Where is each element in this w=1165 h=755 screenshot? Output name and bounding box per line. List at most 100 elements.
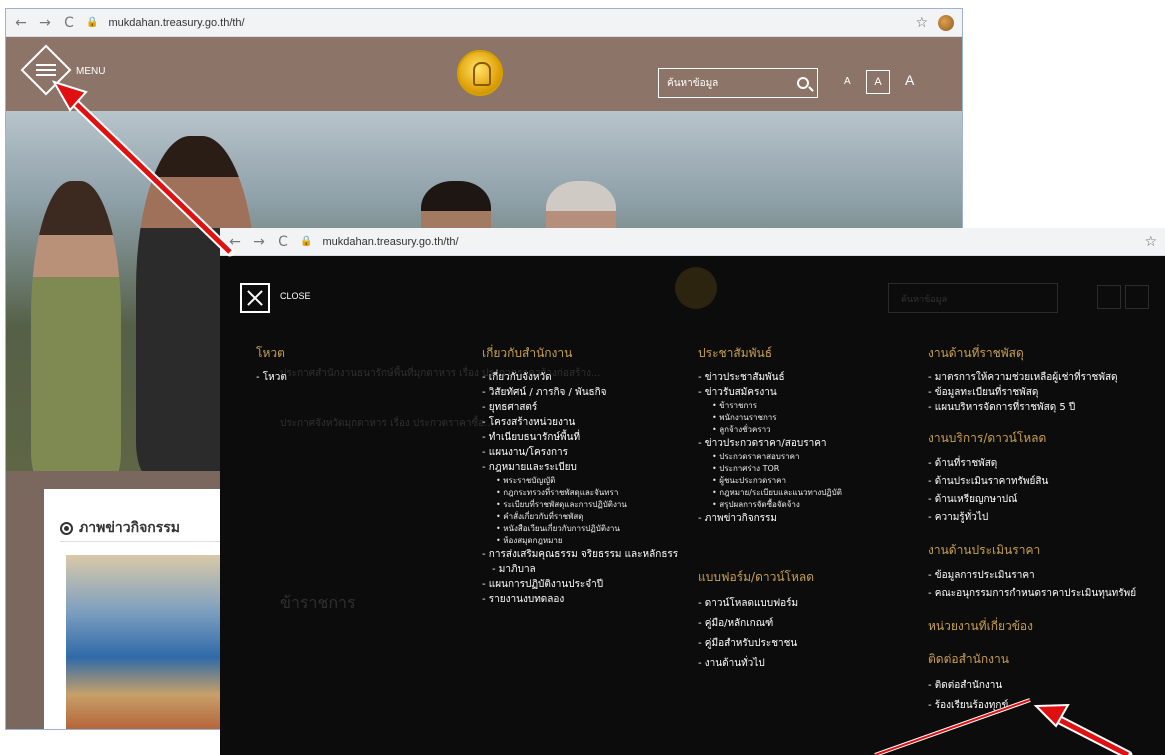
menu-heading-appraisal[interactable]: งานด้านประเมินราคา xyxy=(928,541,1136,560)
menu-subitem[interactable]: ประกาศร่าง TOR xyxy=(698,463,842,475)
bookmark-star-icon[interactable]: ☆ xyxy=(915,15,928,31)
menu-item[interactable]: แผนบริหารจัดการที่ราชพัสดุ 5 ปี xyxy=(928,400,1136,415)
search-input: ค้นหาข้อมูล xyxy=(888,283,1058,313)
menu-heading-contact[interactable]: ติดต่อสำนักงาน xyxy=(928,650,1136,669)
menu-heading-service[interactable]: งานบริการ/ดาวน์โหลด xyxy=(928,429,1136,448)
menu-heading-pr[interactable]: ประชาสัมพันธ์ xyxy=(698,344,842,363)
browser-toolbar: ← → C 🔒 mukdahan.treasury.go.th/th/ ☆ xyxy=(6,9,962,37)
font-size-medium-button[interactable]: A xyxy=(866,70,890,94)
menu-subitem[interactable]: ข้าราชการ xyxy=(698,400,842,412)
menu-heading-land[interactable]: งานด้านที่ราชพัสดุ xyxy=(928,344,1136,363)
search-placeholder: ค้นหาข้อมูล xyxy=(667,77,719,89)
menu-subitem[interactable]: พนักงานราชการ xyxy=(698,412,842,424)
target-icon xyxy=(60,521,73,535)
back-arrow-icon[interactable]: ← xyxy=(14,15,28,31)
menu-item[interactable]: งานด้านทั่วไป xyxy=(698,654,842,674)
search-input[interactable]: ค้นหาข้อมูล xyxy=(658,68,818,98)
address-bar[interactable]: mukdahan.treasury.go.th/th/ xyxy=(108,17,244,29)
menu-overlay: ค้นหาข้อมูล ประกาศสำนักงานธนารักษ์พื้นที… xyxy=(220,256,1165,755)
menu-item[interactable]: ด้านประเมินราคาทรัพย์สิน xyxy=(928,473,1136,491)
menu-item[interactable]: ทำเนียบธนารักษ์พื้นที่ xyxy=(482,430,678,445)
search-placeholder: ค้นหาข้อมูล xyxy=(901,295,948,305)
menu-heading-home[interactable]: โหวต xyxy=(256,344,287,363)
menu-subitem[interactable]: ห้องสมุดกฎหมาย xyxy=(482,535,678,547)
menu-item[interactable]: เกี่ยวกับจังหวัด xyxy=(482,370,678,385)
menu-item[interactable]: มาตรการให้ความช่วยเหลือผู้เช่าที่ราชพัสด… xyxy=(928,370,1136,385)
menu-subitem[interactable]: ประกวดราคาสอบราคา xyxy=(698,451,842,463)
close-label[interactable]: CLOSE xyxy=(280,291,311,301)
menu-subitem[interactable]: สรุปผลการจัดซื้อจัดจ้าง xyxy=(698,499,842,511)
menu-label[interactable]: MENU xyxy=(76,66,105,77)
menu-item[interactable]: ความรู้ทั่วไป xyxy=(928,509,1136,527)
news-title-text: ภาพข่าวกิจกรรม xyxy=(79,520,181,536)
menu-item[interactable]: การส่งเสริมคุณธรรม จริยธรรม และหลักธรร xyxy=(482,547,678,562)
hamburger-icon[interactable] xyxy=(36,64,56,76)
ghost-news-row: ประกาศจังหวัดมุกดาหาร เรื่อง ประกวดราคาซ… xyxy=(280,418,494,429)
menu-item[interactable]: ด้านที่ราชพัสดุ xyxy=(928,455,1136,473)
font-size-medium-button xyxy=(1097,285,1121,309)
menu-item[interactable]: ด้านเหรียญกษาปณ์ xyxy=(928,491,1136,509)
treasury-logo xyxy=(675,267,717,309)
font-size-small-button[interactable]: A xyxy=(844,76,851,87)
ghost-section-title: ข้าราชการ xyxy=(280,593,356,612)
menu-item-complaint[interactable]: ร้องเรียนร้องทุกข์ xyxy=(928,696,1136,716)
lock-icon: 🔒 xyxy=(300,236,313,247)
hero-person xyxy=(31,181,121,471)
menu-item[interactable]: ภาพข่าวกิจกรรม xyxy=(698,511,842,526)
divider xyxy=(60,541,234,542)
menu-subitem[interactable]: หนังสือเวียนเกี่ยวกับการปฏิบัติงาน xyxy=(482,523,678,535)
menu-subitem[interactable]: กฎหมาย/ระเบียบและแนวทางปฏิบัติ xyxy=(698,487,842,499)
menu-item[interactable]: วิสัยทัศน์ / ภารกิจ / พันธกิจ xyxy=(482,385,678,400)
menu-item[interactable]: ยุทธศาสตร์ xyxy=(482,400,678,415)
front-browser-window: ← → C 🔒 mukdahan.treasury.go.th/th/ ☆ ค้… xyxy=(220,228,1165,755)
menu-item[interactable]: แผนงาน/โครงการ xyxy=(482,445,678,460)
menu-heading-about[interactable]: เกี่ยวกับสำนักงาน xyxy=(482,344,678,363)
menu-item[interactable]: รายงานงบทดลอง xyxy=(482,592,678,607)
font-size-large-button[interactable]: A xyxy=(905,72,914,88)
menu-column-pr: ประชาสัมพันธ์ ข่าวประชาสัมพันธ์ ข่าวรับส… xyxy=(698,344,842,674)
menu-item[interactable]: โครงสร้างหน่วยงาน xyxy=(482,415,678,430)
menu-item[interactable]: ข้อมูลทะเบียนที่ราชพัสดุ xyxy=(928,385,1136,400)
menu-item[interactable]: แผนการปฏิบัติงานประจำปี xyxy=(482,577,678,592)
menu-item[interactable]: โหวต xyxy=(256,370,287,385)
menu-item[interactable]: กฎหมายและระเบียบ xyxy=(482,460,678,475)
bookmark-star-icon[interactable]: ☆ xyxy=(1144,234,1157,250)
menu-column-about: เกี่ยวกับสำนักงาน เกี่ยวกับจังหวัด วิสัย… xyxy=(482,344,678,607)
menu-column-home: โหวต โหวต xyxy=(256,344,287,385)
reload-icon[interactable]: C xyxy=(62,15,76,31)
menu-item[interactable]: ข่าวประกวดราคา/สอบราคา xyxy=(698,436,842,451)
menu-subitem[interactable]: คำสั่งเกี่ยวกับที่ราชพัสดุ xyxy=(482,511,678,523)
news-heading: ภาพข่าวกิจกรรม xyxy=(60,517,180,539)
search-icon[interactable] xyxy=(797,77,809,89)
menu-item[interactable]: คณะอนุกรรมการกำหนดราคาประเมินทุนทรัพย์ xyxy=(928,585,1136,603)
menu-item[interactable]: ข้อมูลการประเมินราคา xyxy=(928,567,1136,585)
back-arrow-icon[interactable]: ← xyxy=(228,234,242,250)
forward-arrow-icon[interactable]: → xyxy=(38,15,52,31)
news-card: ภาพข่าวกิจกรรม xyxy=(44,489,234,729)
treasury-logo[interactable] xyxy=(457,50,503,96)
font-size-large-button xyxy=(1125,285,1149,309)
menu-subitem[interactable]: ผู้ชนะประกวดราคา xyxy=(698,475,842,487)
menu-column-land: งานด้านที่ราชพัสดุ มาตรการให้ความช่วยเหล… xyxy=(928,344,1136,716)
menu-item-contact[interactable]: ติดต่อสำนักงาน xyxy=(928,676,1136,696)
profile-avatar[interactable] xyxy=(938,14,954,31)
menu-subitem[interactable]: ลูกจ้างชั่วคราว xyxy=(698,424,842,436)
site-header: MENU ค้นหาข้อมูล A A A xyxy=(6,37,962,111)
menu-item-continuation[interactable]: มาภิบาล xyxy=(482,562,678,577)
browser-toolbar: ← → C 🔒 mukdahan.treasury.go.th/th/ ☆ xyxy=(220,228,1165,256)
menu-heading-related[interactable]: หน่วยงานที่เกี่ยวข้อง xyxy=(928,617,1136,636)
reload-icon[interactable]: C xyxy=(276,234,290,250)
menu-item[interactable]: คู่มือ/หลักเกณฑ์ xyxy=(698,614,842,634)
forward-arrow-icon[interactable]: → xyxy=(252,234,266,250)
menu-subitem[interactable]: พระราชบัญญัติ xyxy=(482,475,678,487)
close-icon[interactable] xyxy=(240,283,270,313)
menu-subitem[interactable]: กฎกระทรวงที่ราชพัสดุและจันทรา xyxy=(482,487,678,499)
menu-item[interactable]: คู่มือสำหรับประชาชน xyxy=(698,634,842,654)
address-bar[interactable]: mukdahan.treasury.go.th/th/ xyxy=(322,236,458,248)
menu-subitem[interactable]: ระเบียบที่ราชพัสดุและการปฏิบัติงาน xyxy=(482,499,678,511)
menu-heading-forms[interactable]: แบบฟอร์ม/ดาวน์โหลด xyxy=(698,568,842,587)
menu-item[interactable]: ดาวน์โหลดแบบฟอร์ม xyxy=(698,594,842,614)
menu-item[interactable]: ข่าวประชาสัมพันธ์ xyxy=(698,370,842,385)
news-photo[interactable] xyxy=(66,555,234,729)
menu-item[interactable]: ข่าวรับสมัครงาน xyxy=(698,385,842,400)
